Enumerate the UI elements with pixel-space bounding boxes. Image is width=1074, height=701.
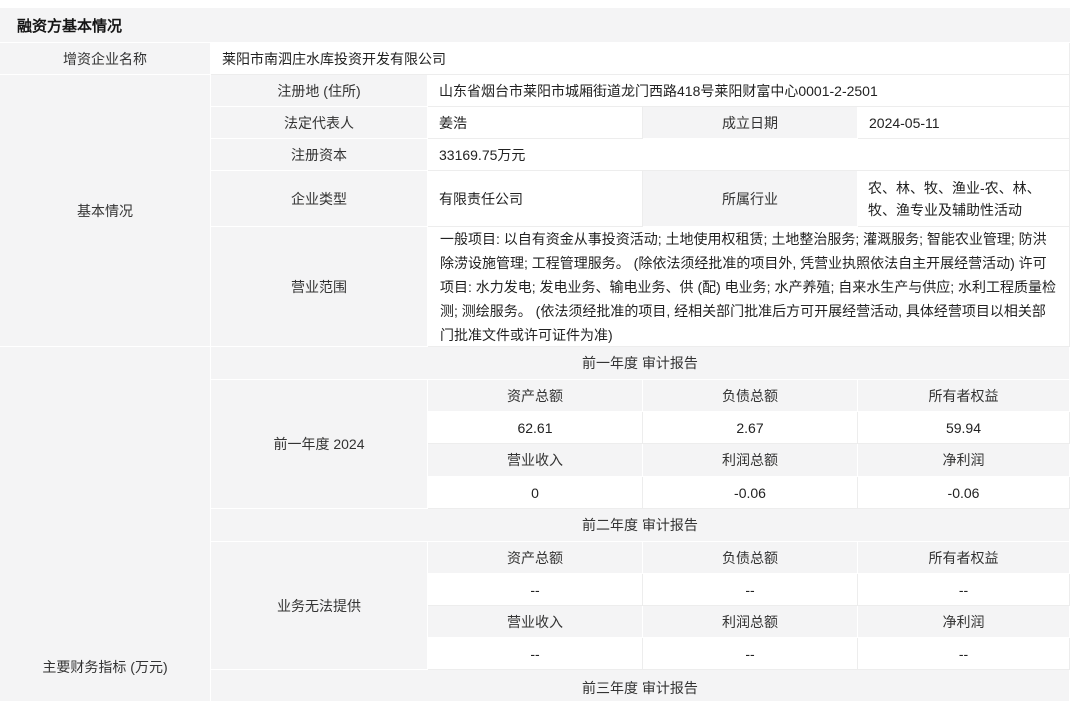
info-table: 增资企业名称 莱阳市南泗庄水库投资开发有限公司 基本情况 注册地 (住所) 山东… [0, 43, 1070, 701]
section1-period-header: 前一年度 审计报告 [211, 347, 1070, 380]
metric-value-revenue: 0 [428, 477, 643, 509]
registered-address-label: 注册地 (住所) [211, 75, 428, 107]
section-title: 融资方基本情况 [0, 8, 1070, 42]
establish-date-value: 2024-05-11 [858, 107, 1070, 139]
company-name-label: 增资企业名称 [0, 43, 211, 75]
legal-representative-value: 姜浩 [428, 107, 643, 139]
industry-value: 农、林、牧、渔业-农、林、牧、渔专业及辅助性活动 [858, 171, 1070, 227]
metric-value-total-assets: -- [428, 574, 643, 606]
basic-info-group-label: 基本情况 [0, 75, 211, 347]
metric-label-total-liabilities: 负债总额 [643, 380, 858, 412]
section2-row-label: 业务无法提供 [211, 542, 428, 670]
metric-value-total-assets: 62.61 [428, 412, 643, 444]
business-scope-label: 营业范围 [211, 227, 428, 347]
company-type-value: 有限责任公司 [428, 171, 643, 227]
metric-value-total-profit: -- [643, 638, 858, 670]
registered-address-value: 山东省烟台市莱阳市城厢街道龙门西路418号莱阳财富中心0001-2-2501 [428, 75, 1070, 107]
metric-label-owners-equity: 所有者权益 [858, 380, 1070, 412]
metric-value-net-profit: -0.06 [858, 477, 1070, 509]
metric-value-total-liabilities: 2.67 [643, 412, 858, 444]
metric-value-owners-equity: 59.94 [858, 412, 1070, 444]
company-type-label: 企业类型 [211, 171, 428, 227]
metric-label-revenue: 营业收入 [428, 444, 643, 477]
industry-label: 所属行业 [643, 171, 858, 227]
metric-value-total-profit: -0.06 [643, 477, 858, 509]
metric-label-revenue: 营业收入 [428, 606, 643, 638]
company-name-value: 莱阳市南泗庄水库投资开发有限公司 [211, 43, 1070, 75]
metric-label-total-assets: 资产总额 [428, 542, 643, 574]
metric-label-total-assets: 资产总额 [428, 380, 643, 412]
legal-representative-label: 法定代表人 [211, 107, 428, 139]
metric-label-total-liabilities: 负债总额 [643, 542, 858, 574]
metric-label-total-profit: 利润总额 [643, 606, 858, 638]
metric-value-net-profit: -- [858, 638, 1070, 670]
metric-label-net-profit: 净利润 [858, 606, 1070, 638]
business-scope-value: 一般项目: 以自有资金从事投资活动; 土地使用权租赁; 土地整治服务; 灌溉服务… [428, 227, 1070, 347]
metric-label-net-profit: 净利润 [858, 444, 1070, 477]
financing-party-info-page: 融资方基本情况 增资企业名称 莱阳市南泗庄水库投资开发有限公司 基本情况 注册地… [0, 0, 1074, 701]
section3-period-header: 前三年度 审计报告 [211, 670, 1070, 701]
establish-date-label: 成立日期 [643, 107, 858, 139]
section2-period-header: 前二年度 审计报告 [211, 509, 1070, 542]
registered-capital-value: 33169.75万元 [428, 139, 1070, 171]
metric-value-owners-equity: -- [858, 574, 1070, 606]
metric-label-total-profit: 利润总额 [643, 444, 858, 477]
metric-value-total-liabilities: -- [643, 574, 858, 606]
financials-group-label: 主要财务指标 (万元) [0, 347, 211, 701]
metric-value-revenue: -- [428, 638, 643, 670]
metric-label-owners-equity: 所有者权益 [858, 542, 1070, 574]
section1-row-label: 前一年度 2024 [211, 380, 428, 509]
registered-capital-label: 注册资本 [211, 139, 428, 171]
